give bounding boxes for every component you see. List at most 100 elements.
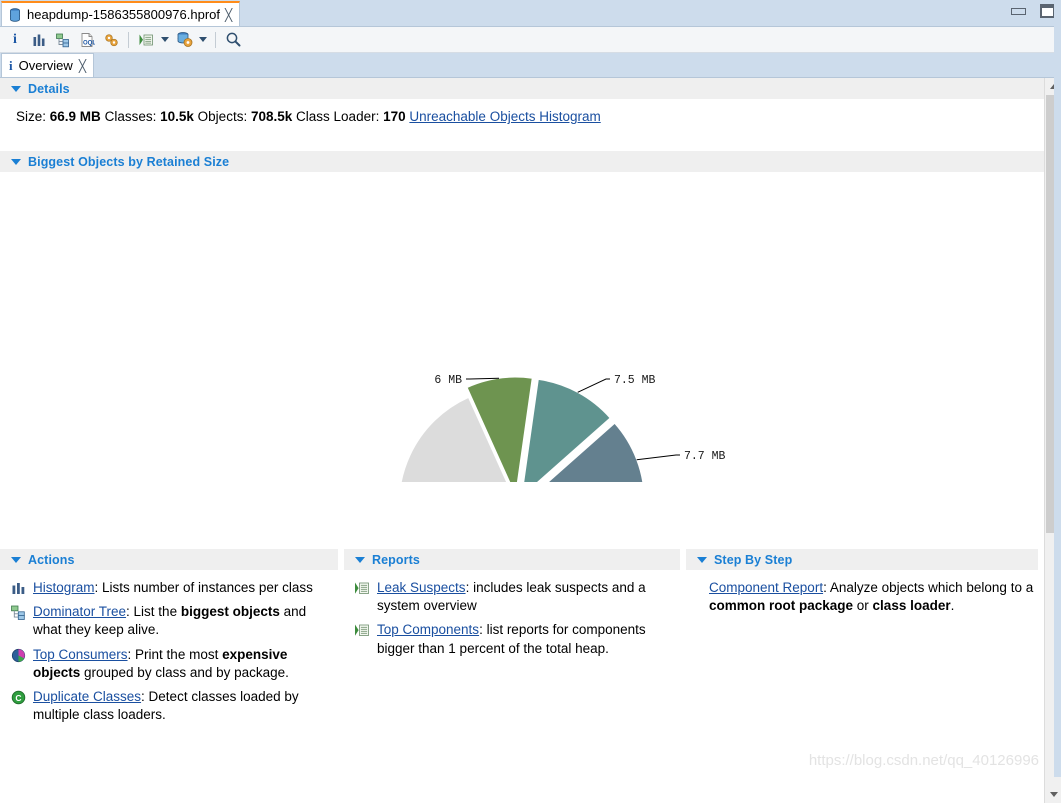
section-header-actions[interactable]: Actions: [0, 549, 338, 570]
watermark-text: https://blog.csdn.net/qq_40126996: [808, 752, 1039, 769]
view-tab-strip: i Overview ╳: [0, 53, 1061, 78]
pie-label-7-5: 7.5 MB: [614, 374, 656, 387]
step-by-step-list: Component Report: Analyze objects which …: [686, 570, 1038, 615]
entry-desc-a: : Print the most: [127, 646, 223, 662]
overview-content-area: Details Size: 66.9 MB Classes: 10.5k Obj…: [0, 78, 1061, 803]
size-value: 66.9 MB: [49, 109, 101, 124]
actions-list: Histogram: Lists number of instances per…: [0, 570, 338, 725]
oql-icon[interactable]: OQL: [76, 29, 98, 51]
panel-step-by-step: Step By Step Component Report: Analyze o…: [686, 549, 1038, 731]
classes-value: 10.5k: [160, 109, 194, 124]
list-item[interactable]: Top Consumers: Print the most expensive …: [10, 646, 334, 682]
close-icon[interactable]: ╳: [225, 9, 232, 21]
chevron-down-icon-query[interactable]: [197, 29, 209, 51]
mat-main-window: heapdump-1586355800976.hprof ╳ i OQL i O…: [0, 0, 1061, 803]
list-item[interactable]: Dominator Tree: List the biggest objects…: [10, 603, 334, 639]
calculate-retained-size-icon[interactable]: [100, 29, 122, 51]
overview-scroll-content: Details Size: 66.9 MB Classes: 10.5k Obj…: [0, 78, 1044, 803]
histogram-link[interactable]: Histogram: [33, 580, 95, 595]
editor-tab-label: heapdump-1586355800976.hprof: [27, 7, 221, 22]
entry-desc-a: : Analyze objects which belong to a: [823, 580, 1034, 595]
panel-actions: Actions Histogram: Lists number of insta…: [0, 549, 338, 731]
minimize-icon[interactable]: [1011, 7, 1026, 15]
entry-desc-d: class loader: [872, 598, 951, 614]
pie-slices: [400, 376, 644, 482]
chevron-down-icon-reports[interactable]: [355, 556, 365, 563]
entry-text: Duplicate Classes: Detect classes loaded…: [33, 688, 334, 724]
editor-tab-hprof[interactable]: heapdump-1586355800976.hprof ╳: [1, 1, 241, 26]
run-expert-system-test-icon[interactable]: [135, 29, 157, 51]
list-item[interactable]: C Duplicate Classes: Detect classes load…: [10, 688, 334, 724]
main-toolbar: i OQL: [0, 27, 1061, 53]
scroll-down-icon[interactable]: [1045, 786, 1061, 803]
entry-desc-b: common root package: [709, 598, 854, 614]
duplicate-classes-link[interactable]: Duplicate Classes: [33, 689, 141, 704]
close-icon-tab[interactable]: ╳: [79, 60, 86, 72]
size-label: Size:: [16, 109, 47, 124]
overview-info-icon-tab: i: [9, 57, 13, 73]
dominator-tree-link[interactable]: Dominator Tree: [33, 604, 126, 619]
histogram-icon[interactable]: [28, 29, 50, 51]
list-item[interactable]: Top Components: list reports for compone…: [354, 621, 676, 657]
chevron-down-icon-biggest-objects[interactable]: [11, 158, 21, 165]
bottom-panels: Actions Histogram: Lists number of insta…: [0, 549, 1044, 731]
entry-text: Leak Suspects: includes leak suspects an…: [377, 579, 676, 615]
entry-desc-e: .: [950, 598, 955, 614]
entry-text: Dominator Tree: List the biggest objects…: [33, 603, 334, 639]
list-item[interactable]: Component Report: Analyze objects which …: [709, 579, 1034, 615]
report-icon: [354, 580, 371, 597]
tab-overview-label: Overview: [18, 58, 73, 73]
dominator-tree-icon[interactable]: [52, 29, 74, 51]
tab-overview[interactable]: i Overview ╳: [1, 53, 95, 77]
reports-list: Leak Suspects: includes leak suspects an…: [344, 570, 680, 658]
details-summary-line: Size: 66.9 MB Classes: 10.5k Objects: 70…: [0, 99, 1044, 124]
top-consumers-link[interactable]: Top Consumers: [33, 647, 128, 662]
entry-desc-c: grouped by class and by package.: [80, 664, 289, 680]
histogram-icon: [10, 580, 27, 597]
section-header-biggest-objects[interactable]: Biggest Objects by Retained Size: [0, 151, 1044, 172]
pie-label-6: 6 MB: [434, 374, 462, 387]
entry-text: Histogram: Lists number of instances per…: [33, 579, 334, 597]
classes-label: Classes:: [104, 109, 157, 124]
pie-label-7-7: 7.7 MB: [684, 450, 726, 463]
section-header-reports[interactable]: Reports: [344, 549, 680, 570]
unreachable-objects-histogram-link[interactable]: Unreachable Objects Histogram: [409, 109, 600, 124]
chevron-down-icon-expert[interactable]: [159, 29, 171, 51]
entry-desc-c: or: [853, 598, 873, 614]
list-item[interactable]: Histogram: Lists number of instances per…: [10, 579, 334, 597]
section-title-actions: Actions: [28, 552, 75, 567]
section-header-step-by-step[interactable]: Step By Step: [686, 549, 1038, 570]
title-bar: heapdump-1586355800976.hprof ╳: [0, 0, 1061, 27]
duplicate-classes-icon: C: [10, 689, 27, 706]
overview-info-icon[interactable]: i: [4, 29, 26, 51]
toolbar-separator-2: [215, 31, 216, 48]
find-icon[interactable]: [222, 29, 244, 51]
section-title-biggest-objects: Biggest Objects by Retained Size: [28, 154, 230, 169]
chevron-down-icon-step-by-step[interactable]: [697, 556, 707, 563]
window-controls: [1011, 4, 1055, 18]
objects-label: Objects:: [197, 109, 248, 124]
top-consumers-icon: [10, 647, 27, 664]
query-browser-icon[interactable]: [173, 29, 195, 51]
top-components-link[interactable]: Top Components: [377, 622, 479, 637]
class-loader-value: 170: [383, 109, 406, 124]
list-item[interactable]: Leak Suspects: includes leak suspects an…: [354, 579, 676, 615]
entry-desc-b: biggest objects: [180, 604, 280, 620]
chevron-down-icon-actions[interactable]: [11, 556, 21, 563]
entry-desc: : Lists number of instances per class: [94, 580, 313, 595]
svg-text:OQL: OQL: [83, 40, 95, 46]
section-header-details[interactable]: Details: [0, 78, 1044, 99]
window-right-edge: [1054, 0, 1061, 777]
objects-value: 708.5k: [250, 109, 293, 124]
chevron-down-icon-details[interactable]: [11, 85, 21, 92]
maximize-icon[interactable]: [1040, 4, 1055, 18]
pie-chart-svg: 7.7 MB 7.5 MB 6 MB 45.6 MB Total: 66.9 M…: [400, 374, 726, 482]
dominator-tree-icon: [10, 604, 27, 621]
leak-suspects-link[interactable]: Leak Suspects: [377, 580, 466, 595]
panel-reports: Reports Leak Suspects: includes leak sus…: [344, 549, 680, 731]
toolbar-separator: [128, 31, 129, 48]
component-report-link[interactable]: Component Report: [709, 580, 823, 595]
retained-size-pie-chart[interactable]: 7.7 MB 7.5 MB 6 MB 45.6 MB Total: 66.9 M…: [0, 172, 1044, 534]
class-loader-label: Class Loader:: [296, 109, 380, 124]
section-title-reports: Reports: [372, 552, 420, 567]
